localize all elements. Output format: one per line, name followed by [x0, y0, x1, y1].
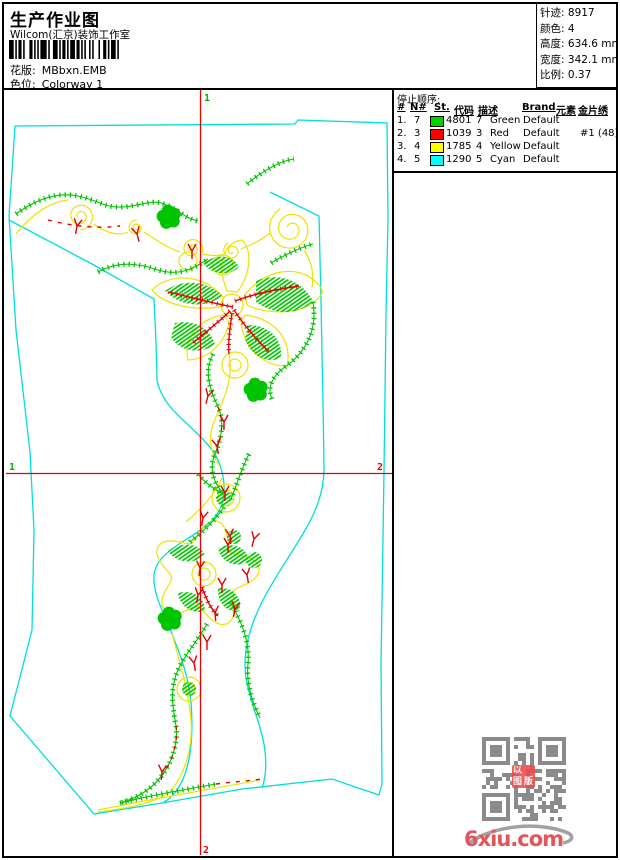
colors-stat: 颜色: 4 [540, 22, 575, 35]
panel-divider [392, 89, 394, 856]
thread-row: 3. 4 1785 4 Yellow Default [397, 141, 560, 153]
h-end-marker: 2 [377, 462, 383, 473]
site-name: 6xiu.com [464, 827, 564, 851]
color-swatch [430, 142, 444, 153]
width-stat: 宽度: 342.1 mm [540, 53, 618, 66]
stop-sequence-table: 停止顺序: # N# St. 代码 描述 Brand 元素 金片绣 1. 7 4… [394, 89, 616, 173]
thread-row: 2. 3 1039 3 Red Default #1 (48) [397, 128, 618, 140]
color-swatch [430, 155, 444, 166]
thread-row: 4. 5 1290 5 Cyan Default [397, 154, 560, 166]
crosshair: 1 2 1 2 [6, 90, 392, 856]
stitches-stat: 针迹: 8917 [540, 7, 595, 19]
color-swatch [430, 129, 444, 140]
stamp-watermark: 以 图 版 [512, 765, 535, 788]
thread-row: 1. 7 4801 7 Green Default [397, 115, 560, 127]
production-worksheet: 1 2 1 2 生产作业图 Wilcom(汇京)装饰工作室 花版: MBbxn.E… [2, 2, 618, 858]
design-stats-panel: 针迹: 8917 颜色: 4 高度: 634.6 mm 宽度: 342.1 mm… [536, 4, 616, 88]
v-start-marker: 1 [204, 93, 210, 104]
site-watermark: 6xiu.com [462, 820, 580, 856]
height-stat: 高度: 634.6 mm [540, 38, 618, 50]
h-start-marker: 1 [9, 462, 15, 473]
barcode [9, 40, 119, 59]
stop-sequence-header: # N# St. 代码 描述 Brand 元素 金片绣 [397, 102, 608, 117]
scale-stat: 比例: 0.37 [540, 69, 592, 81]
v-end-marker: 2 [203, 845, 209, 856]
color-swatch [430, 116, 444, 127]
